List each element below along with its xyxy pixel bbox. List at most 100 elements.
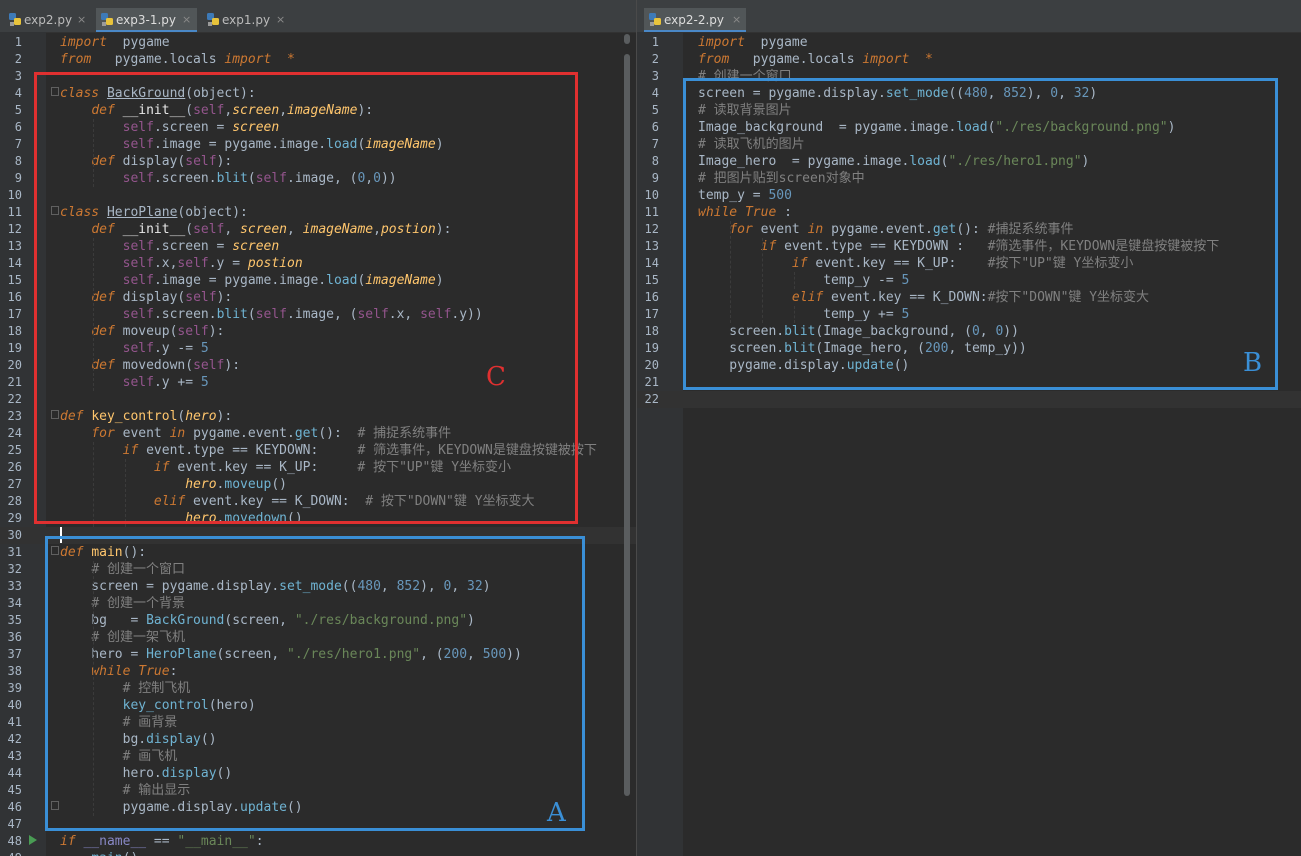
line-number: 1 [651, 35, 659, 49]
line-number: 20 [7, 358, 22, 372]
line-number: 26 [7, 460, 22, 474]
line-number: 25 [7, 443, 22, 457]
line-number: 6 [14, 120, 22, 134]
line-number: 34 [7, 596, 22, 610]
code-token: * [287, 52, 295, 67]
line-number: 39 [7, 681, 22, 695]
line-number: 5 [14, 103, 22, 117]
line-number: 12 [7, 222, 22, 236]
tab-exp2[interactable]: exp2.py × [4, 8, 92, 32]
code-line[interactable]: 2 from pygame.locals import * [637, 51, 1301, 68]
annotation-box-c [34, 72, 578, 524]
line-number: 11 [7, 205, 22, 219]
line-number: 20 [644, 358, 659, 372]
right-editor-pane: exp2-2.py × 1 import pygame 2 from pygame.l… [637, 0, 1301, 856]
code-token: import [862, 52, 910, 67]
line-number: 4 [651, 86, 659, 100]
run-icon[interactable] [29, 835, 37, 845]
line-number: 15 [7, 273, 22, 287]
line-number: 46 [7, 800, 22, 814]
close-icon[interactable]: × [77, 8, 86, 32]
code-line[interactable]: 48 if __name__ == "__main__": [0, 833, 636, 850]
code-token: if [60, 834, 76, 849]
tab-label: exp3-1.py [116, 13, 177, 27]
line-number: 47 [7, 817, 22, 831]
code-line[interactable]: 1 import pygame [637, 34, 1301, 51]
close-icon[interactable]: × [276, 8, 285, 32]
line-number: 16 [7, 290, 22, 304]
code-token: __name__ [83, 834, 147, 849]
line-number: 32 [7, 562, 22, 576]
line-number: 24 [7, 426, 22, 440]
code-token: import [60, 35, 107, 50]
line-number: 41 [7, 715, 22, 729]
code-token: () [123, 851, 139, 856]
line-number: 28 [7, 494, 22, 508]
line-number: 12 [644, 222, 659, 236]
line-number: 23 [7, 409, 22, 423]
line-number: 37 [7, 647, 22, 661]
code-token: "__main__" [177, 834, 256, 849]
line-number: 9 [651, 171, 659, 185]
code-token: from [60, 52, 92, 67]
code-line[interactable]: 49 main() [0, 850, 636, 856]
code-token: : [255, 834, 264, 849]
tab-exp3-1[interactable]: exp3-1.py × [96, 8, 197, 32]
line-number: 38 [7, 664, 22, 678]
line-number: 15 [644, 273, 659, 287]
line-number: 19 [644, 341, 659, 355]
line-number: 16 [644, 290, 659, 304]
code-token: * [925, 52, 933, 67]
annotation-box-a [45, 536, 585, 831]
line-number: 11 [644, 205, 659, 219]
line-number: 44 [7, 766, 22, 780]
line-number: 14 [644, 256, 659, 270]
tab-label: exp2-2.py [664, 13, 725, 27]
line-number: 22 [644, 392, 659, 406]
scrollbar-thumb[interactable] [624, 54, 630, 796]
line-number: 21 [644, 375, 659, 389]
code-line[interactable]: 22 [637, 391, 1301, 408]
code-text: from pygame.locals import * [60, 51, 295, 68]
line-number: 35 [7, 613, 22, 627]
line-number: 8 [651, 154, 659, 168]
tab-label: exp1.py [222, 13, 271, 27]
vertical-scrollbar[interactable] [622, 34, 632, 856]
line-number: 10 [644, 188, 659, 202]
line-number: 9 [14, 171, 22, 185]
code-line[interactable]: 2 from pygame.locals import * [0, 51, 636, 68]
line-number: 19 [7, 341, 22, 355]
line-number: 2 [651, 52, 659, 66]
code-token: from [698, 52, 730, 67]
python-file-icon [649, 13, 661, 26]
tab-exp2-2[interactable]: exp2-2.py × [644, 8, 746, 32]
code-token: == [146, 834, 178, 849]
line-number: 17 [644, 307, 659, 321]
line-number: 2 [14, 52, 22, 66]
line-number: 49 [0, 850, 22, 856]
line-number: 18 [7, 324, 22, 338]
python-file-icon [9, 13, 21, 26]
tab-exp1[interactable]: exp1.py × [202, 8, 290, 32]
line-number: 3 [14, 69, 22, 83]
line-number: 3 [651, 69, 659, 83]
line-number: 8 [14, 154, 22, 168]
close-icon[interactable]: × [182, 8, 191, 32]
line-number: 7 [14, 137, 22, 151]
code-text: if __name__ == "__main__": [60, 833, 264, 850]
line-number: 13 [7, 239, 22, 253]
close-icon[interactable]: × [732, 8, 741, 32]
annotation-box-b [683, 78, 1278, 390]
scrollbar-marker [624, 34, 630, 44]
line-number: 1 [14, 35, 22, 49]
line-number: 21 [7, 375, 22, 389]
code-line[interactable]: 1 import pygame [0, 34, 636, 51]
line-number: 5 [651, 103, 659, 117]
line-number: 22 [7, 392, 22, 406]
left-editor-pane: exp2.py × exp3-1.py × exp1.py × 1 import … [0, 0, 636, 856]
line-number: 43 [7, 749, 22, 763]
line-number: 13 [644, 239, 659, 253]
